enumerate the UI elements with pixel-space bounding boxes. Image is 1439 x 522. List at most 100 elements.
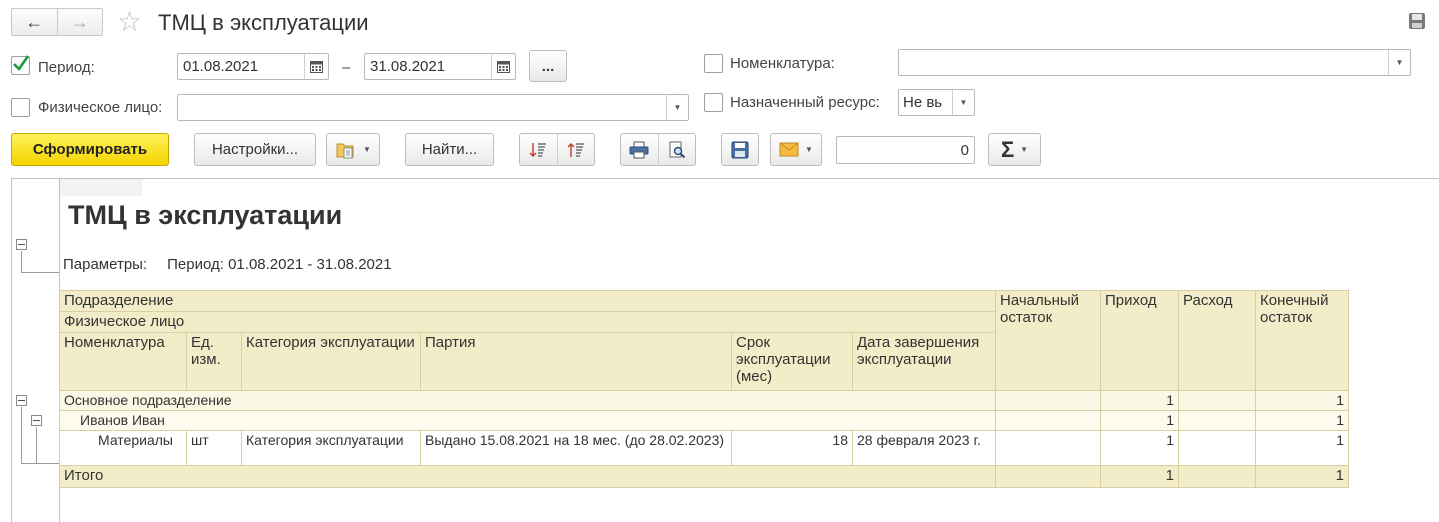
total-label: Итого [59,465,996,488]
dropdown-arrow-icon[interactable]: ▼ [1388,50,1410,75]
sort-ascending-icon [529,142,547,157]
nomenclature-label: Номенклатура: [730,55,835,72]
person-label: Физическое лицо: [38,99,163,116]
header-unit: Ед. изм. [186,332,242,391]
dropdown-arrow-icon[interactable]: ▼ [952,90,974,115]
detail-category[interactable]: Категория эксплуатации [241,430,421,466]
find-label: Найти... [421,141,478,158]
total-opening [995,465,1101,488]
back-button[interactable]: ← [12,9,57,35]
resource-field[interactable]: Не вь ▼ [898,89,975,116]
params-value: Период: 01.08.2021 - 31.08.2021 [167,256,392,273]
find-button[interactable]: Найти... [405,133,494,166]
forward-button[interactable]: → [56,9,103,35]
detail-closing: 1 [1255,430,1349,466]
header-term: Срок эксплуатации (мес) [731,332,853,391]
header-end-date: Дата завершения эксплуатации [852,332,996,391]
tree-line [21,251,22,273]
person-checkbox[interactable] [11,98,30,117]
settings-button[interactable]: Настройки... [194,133,316,166]
generate-button[interactable]: Сформировать [11,133,169,166]
report-frame-top [11,178,1439,179]
settings-label: Настройки... [211,141,299,158]
division-expense [1178,390,1256,411]
date-from-field[interactable]: 01.08.2021 [177,53,329,80]
date-from-value: 01.08.2021 [183,58,259,75]
tree-line [21,272,59,273]
selection-sum-value: 0 [960,142,969,159]
detail-opening [995,430,1101,466]
person-opening [995,410,1101,431]
table-row-person: Иванов Иван 1 1 [59,410,1349,431]
favorite-star-icon[interactable]: ☆ [117,6,142,38]
detail-term: 18 [731,430,853,466]
save-icon [731,141,749,158]
header-division: Подразделение [59,290,996,312]
print-button[interactable] [621,134,658,165]
sort-ascending-button[interactable] [520,134,557,165]
total-expense [1178,465,1256,488]
period-dash: – [342,59,351,76]
division-opening [995,390,1101,411]
back-arrow-icon: ← [25,11,44,32]
nomenclature-checkbox[interactable] [704,54,723,73]
calendar-icon[interactable] [304,54,328,79]
dropdown-arrow-icon[interactable]: ▼ [666,95,688,120]
variants-button[interactable]: ▼ [326,133,380,166]
report-corner-cell [60,179,142,196]
resource-checkbox[interactable] [704,93,723,112]
date-to-field[interactable]: 31.08.2021 [364,53,516,80]
detail-nomenclature[interactable]: Материалы [59,430,187,466]
envelope-icon [779,142,799,157]
period-select-button[interactable]: ... [529,50,567,82]
report-frame-left [11,178,12,522]
resource-value: Не вь [903,94,943,111]
person-income: 1 [1100,410,1179,431]
total-income: 1 [1100,465,1179,488]
save-report-button[interactable] [721,133,759,166]
save-icon[interactable] [1408,12,1426,30]
sum-button[interactable]: Σ ▼ [988,133,1041,166]
forward-arrow-icon: → [70,11,89,32]
report-table: Подразделение Начальный остаток Приход Р… [59,290,1349,488]
division-income: 1 [1100,390,1179,411]
navigation-buttons: ← → [11,8,103,36]
sort-descending-button[interactable] [556,134,595,165]
calendar-icon[interactable] [491,54,515,79]
check-icon [13,55,30,72]
table-row-division: Основное подразделение 1 1 [59,390,1349,411]
sort-buttons [519,133,595,166]
report-variants-icon [336,143,354,158]
person-name[interactable]: Иванов Иван [59,410,996,431]
page-title: ТМЦ в эксплуатации [158,10,369,35]
period-checkbox[interactable] [11,55,30,75]
sort-descending-icon [567,142,584,157]
nomenclature-field[interactable]: ▼ [898,49,1411,76]
division-closing: 1 [1255,390,1349,411]
print-buttons [620,133,696,166]
division-name[interactable]: Основное подразделение [59,390,996,411]
detail-expense [1178,430,1256,466]
collapse-header-icon[interactable] [16,239,27,250]
generate-label: Сформировать [32,141,148,158]
printer-icon [629,141,649,158]
collapse-division-icon[interactable] [16,395,27,406]
person-field[interactable]: ▼ [177,94,689,121]
collapse-person-icon[interactable] [31,415,42,426]
preview-button[interactable] [657,134,696,165]
detail-batch[interactable]: Выдано 15.08.2021 на 18 мес. (до 28.02.2… [420,430,732,466]
send-email-button[interactable]: ▼ [770,133,822,166]
params-label: Параметры: [63,256,148,273]
header-person: Физическое лицо [59,311,996,333]
sum-icon: Σ [1000,136,1015,162]
selection-sum-field[interactable]: 0 [836,136,975,164]
tree-line [21,407,22,464]
tree-line [36,427,37,464]
header-batch: Партия [420,332,732,391]
report-parameters: Параметры: Период: 01.08.2021 - 31.08.202… [63,256,392,273]
header-closing: Конечный остаток [1255,290,1349,391]
print-preview-icon [669,141,685,158]
person-closing: 1 [1255,410,1349,431]
period-select-label: ... [541,57,555,75]
table-row-detail: Материалы шт Категория эксплуатации Выда… [59,430,1349,466]
